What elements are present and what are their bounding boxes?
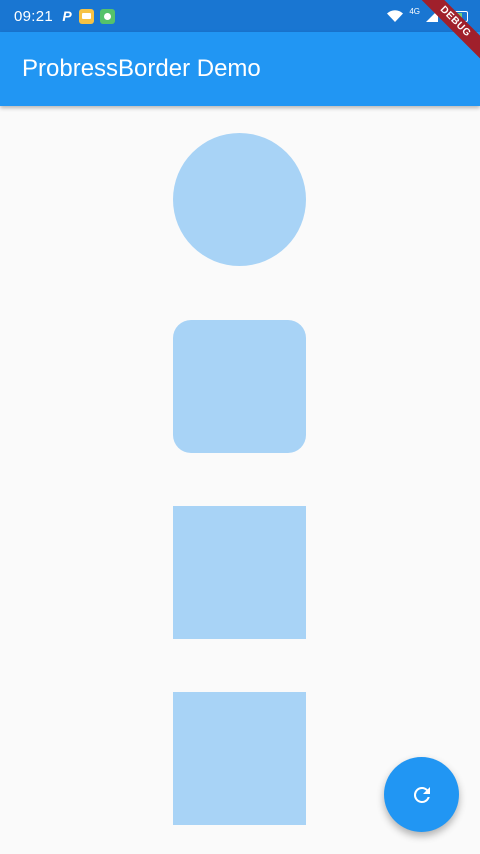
message-icon — [79, 8, 95, 24]
status-time: 09:21 — [14, 7, 54, 25]
progress-border-rounded-rectangle — [173, 320, 306, 453]
app-bar: ProbressBorder Demo — [0, 32, 480, 106]
app-icon — [100, 8, 116, 24]
refresh-button[interactable] — [384, 757, 459, 832]
refresh-icon — [413, 786, 430, 803]
progress-border-circle — [173, 133, 306, 266]
battery-icon — [444, 10, 468, 22]
p-icon: P — [62, 8, 72, 24]
wifi-icon — [387, 10, 404, 22]
status-bar: 09:21 P 4G — [0, 0, 480, 32]
app-screen: 09:21 P 4G ProbressBorder Demo DEBUG — [0, 0, 480, 854]
status-right: 4G — [386, 0, 468, 32]
signal-icon — [426, 10, 438, 22]
page-title: ProbressBorder Demo — [22, 55, 261, 82]
network-label: 4G — [409, 6, 420, 16]
progress-border-square — [173, 692, 306, 825]
progress-border-square — [173, 506, 306, 639]
notification-icons: P — [61, 8, 116, 24]
